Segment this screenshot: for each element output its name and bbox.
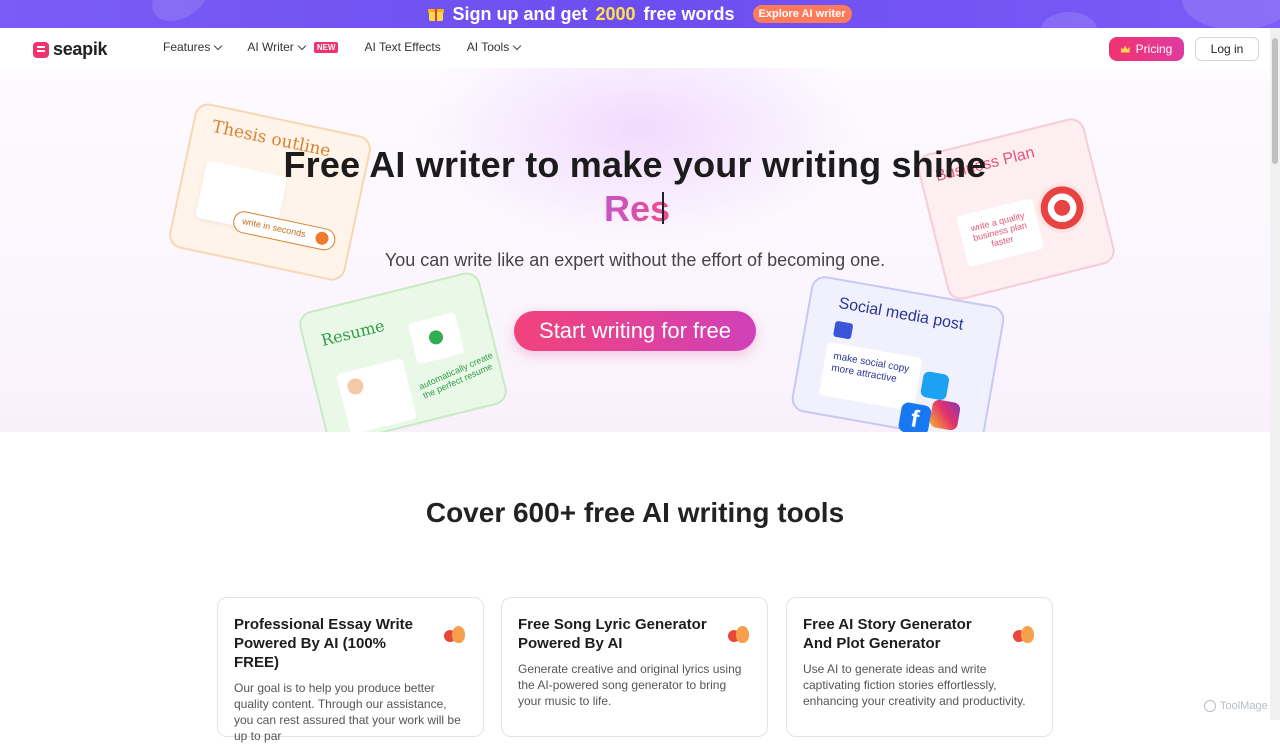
chevron-down-icon — [512, 41, 522, 50]
promo-text-pre: Sign up and get — [452, 3, 588, 24]
tool-card-story[interactable]: Free AI Story Generator And Plot Generat… — [786, 597, 1053, 737]
menu-label: Features — [163, 40, 211, 54]
menu-item-features[interactable]: Features — [163, 40, 223, 54]
top-nav: seapik Features AI Writer NEW AI Text Ef… — [0, 28, 1270, 68]
logo-text: seapik — [53, 39, 108, 59]
tool-card-song-lyric[interactable]: Free Song Lyric Generator Powered By AI … — [501, 597, 768, 737]
section-title: Cover 600+ free AI writing tools — [425, 497, 845, 528]
tool-icon — [444, 624, 466, 646]
promo-highlight: 2000 — [595, 3, 636, 24]
card-title: Resume — [319, 315, 387, 350]
instagram-icon — [928, 398, 962, 432]
promo-banner[interactable]: Sign up and get 2000 free words Explore … — [0, 0, 1280, 28]
card-note-text: write in seconds — [241, 216, 307, 240]
thumbs-up-icon — [832, 320, 854, 340]
twitter-icon — [919, 370, 950, 401]
menu-label: AI Writer — [247, 40, 294, 54]
new-badge: NEW — [313, 41, 339, 53]
hero-title: Free AI writer to make your writing shin… — [283, 144, 987, 185]
tool-title: Professional Essay Write Powered By AI (… — [234, 616, 413, 671]
tool-title: Free AI Story Generator And Plot Generat… — [803, 616, 972, 652]
tool-card-essay[interactable]: Professional Essay Write Powered By AI (… — [217, 597, 484, 743]
card-note: make social copy more attractive — [818, 341, 923, 412]
scrollbar-thumb[interactable] — [1272, 38, 1278, 164]
tool-icon — [1013, 624, 1035, 646]
check-icon — [407, 312, 465, 365]
main-menu: Features AI Writer NEW AI Text Effects A… — [163, 40, 546, 54]
pricing-label: Pricing — [1135, 42, 1173, 56]
pricing-button[interactable]: Pricing — [1109, 37, 1184, 61]
watermark: ToolMage — [1204, 700, 1268, 712]
promo-text-post: free words — [643, 3, 735, 24]
login-button[interactable]: Log in — [1195, 37, 1259, 61]
menu-item-ai-tools[interactable]: AI Tools — [466, 40, 522, 54]
logo-icon — [33, 41, 49, 58]
watermark-text: ToolMage — [1220, 700, 1268, 712]
social-media-post-card: Social media post make social copy more … — [789, 274, 1007, 432]
card-title: Social media post — [837, 294, 965, 334]
hero-subtitle: You can write like an expert without the… — [384, 250, 886, 270]
resume-document-illustration — [336, 358, 418, 432]
menu-label: AI Text Effects — [364, 40, 441, 54]
gift-icon — [428, 7, 445, 21]
start-writing-button[interactable]: Start writing for free — [514, 311, 756, 351]
avatar — [345, 376, 366, 397]
explore-ai-writer-button[interactable]: Explore AI writer — [752, 5, 852, 23]
menu-item-ai-writer[interactable]: AI Writer NEW — [247, 40, 339, 54]
crown-icon — [1120, 45, 1130, 53]
text-caret — [662, 192, 664, 224]
watermark-icon — [1204, 700, 1216, 712]
tool-description: Our goal is to help you produce better q… — [234, 681, 461, 743]
tool-description: Generate creative and original lyrics us… — [518, 662, 742, 708]
typing-text: Res — [604, 188, 671, 229]
pen-icon — [314, 230, 330, 247]
card-note: write in seconds — [231, 209, 338, 253]
logo[interactable]: seapik — [33, 39, 108, 60]
chevron-down-icon — [297, 41, 307, 50]
menu-label: AI Tools — [466, 40, 510, 54]
menu-item-ai-text-effects[interactable]: AI Text Effects — [364, 40, 440, 54]
chevron-down-icon — [214, 41, 223, 50]
tool-icon — [728, 624, 750, 646]
hero-section: Thesis outline write in seconds Resume a… — [0, 68, 1270, 432]
resume-card: Resume automatically create the perfect … — [296, 269, 510, 432]
page-scrollbar[interactable] — [1270, 28, 1280, 720]
tool-description: Use AI to generate ideas and write capti… — [803, 662, 1026, 708]
facebook-icon: f — [897, 401, 933, 432]
target-icon — [1031, 177, 1093, 239]
tool-title: Free Song Lyric Generator Powered By AI — [518, 616, 707, 652]
